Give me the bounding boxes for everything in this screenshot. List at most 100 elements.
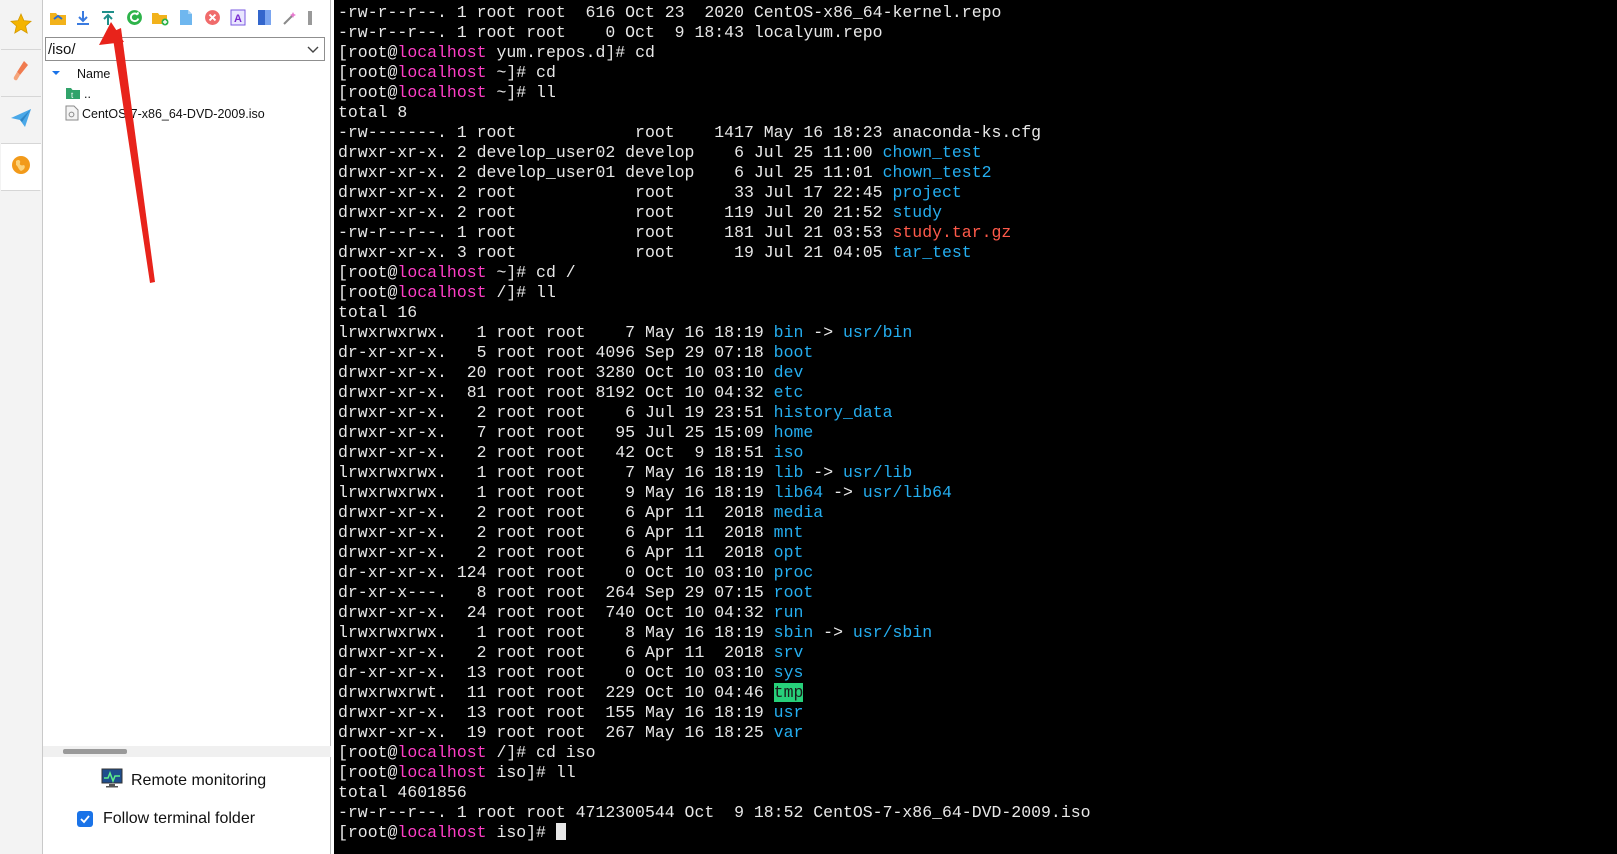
file-icon [65,105,79,124]
terminal-text: -> [813,623,853,642]
terminal-line: [root@localhost iso]# ll [338,763,1091,783]
terminal-link-text: sbin [773,623,814,642]
collapse-arrow-icon[interactable] [51,67,67,81]
terminal-line: [root@localhost /]# ll [338,283,1091,303]
terminal-text: dr-xr-xr-x. 5 root root 4096 Sep 29 07:1… [338,343,774,362]
terminal-line: drwxr-xr-x. 2 root root 33 Jul 17 22:45 … [338,183,1091,203]
terminal[interactable]: -rw-r--r--. 1 root root 616 Oct 23 2020 … [334,0,1617,854]
terminal-line: drwxr-xr-x. 7 root root 95 Jul 25 15:09 … [338,423,1091,443]
terminal-line: -rw-r--r--. 1 root root 616 Oct 23 2020 … [338,3,1091,23]
terminal-text: -rw-r--r--. 1 root root 4712300544 Oct 9… [338,803,1091,822]
paper-plane-icon [9,106,33,135]
terminal-text: [root@ [338,823,398,842]
terminal-text: yum.repos.d]# cd [486,43,655,62]
terminal-dir-text: usr/bin [843,323,913,342]
settings-tool-button[interactable] [279,9,301,31]
terminal-host-text: localhost [397,763,487,782]
terminal-line: drwxr-xr-x. 24 root root 740 Oct 10 04:3… [338,603,1091,623]
delete-icon [204,9,221,31]
toolbar-overflow[interactable] [305,9,315,31]
terminal-text: lrwxrwxrwx. 1 root root 7 May 16 18:19 [338,323,774,342]
properties-button[interactable] [253,9,275,31]
terminal-line: drwxr-xr-x. 2 develop_user01 develop 6 J… [338,163,1091,183]
terminal-line: [root@localhost ~]# ll [338,83,1091,103]
new-file-button[interactable] [175,9,197,31]
remote-monitoring-button[interactable]: Remote monitoring [101,768,266,793]
list-item-parent[interactable]: t .. [65,84,91,104]
terminal-dir-text: root [773,583,814,602]
terminal-dir-text: home [773,423,814,442]
follow-terminal-folder-checkbox[interactable]: Follow terminal folder [77,810,255,828]
terminal-dir-text: proc [773,563,814,582]
terminal-text: dr-xr-xr-x. 13 root root 0 Oct 10 03:10 [338,663,774,682]
terminal-dir-text: study [892,203,943,222]
document-icon [257,9,272,31]
terminal-text: -rw-r--r--. 1 root root 0 Oct 9 18:43 lo… [338,23,883,42]
new-file-icon [179,9,193,31]
terminal-text: iso]# [486,823,556,842]
refresh-button[interactable] [123,9,145,31]
checkbox-checked-icon[interactable] [77,811,93,827]
terminal-text: drwxr-xr-x. 2 root root 42 Oct 9 18:51 [338,443,774,462]
terminal-text: ~]# cd / [486,263,576,282]
rail-send[interactable] [1,97,41,144]
terminal-dir-text: usr [773,703,804,722]
monitor-icon [101,768,123,793]
terminal-text: drwxr-xr-x. 2 root root 6 Apr 11 2018 [338,543,774,562]
terminal-line: -rw-r--r--. 1 root root 4712300544 Oct 9… [338,803,1091,823]
terminal-dir-text: mnt [773,523,804,542]
sftp-toolbar: A [43,6,331,34]
terminal-dir-text: srv [773,643,804,662]
terminal-line: dr-xr-xr-x. 124 root root 0 Oct 10 03:10… [338,563,1091,583]
open-folder-button[interactable] [47,9,69,31]
terminal-text: -> [803,463,843,482]
upload-icon [100,10,116,31]
terminal-dir-text: opt [773,543,804,562]
terminal-link-text: lib [773,463,804,482]
terminal-line: drwxr-xr-x. 2 root root 119 Jul 20 21:52… [338,203,1091,223]
terminal-dir-text: usr/lib [843,463,913,482]
upload-button[interactable] [97,9,119,31]
terminal-text: drwxr-xr-x. 2 root root 6 Apr 11 2018 [338,643,774,662]
terminal-line: [root@localhost ~]# cd [338,63,1091,83]
terminal-line: lrwxrwxrwx. 1 root root 7 May 16 18:19 l… [338,463,1091,483]
rail-favorites[interactable] [1,3,41,50]
terminal-text: drwxr-xr-x. 20 root root 3280 Oct 10 03:… [338,363,774,382]
terminal-line: drwxr-xr-x. 2 root root 42 Oct 9 18:51 i… [338,443,1091,463]
rename-button[interactable]: A [227,9,249,31]
list-item-label: .. [84,87,91,101]
chevron-down-icon[interactable] [305,41,321,57]
terminal-line: drwxr-xr-x. 2 develop_user02 develop 6 J… [338,143,1091,163]
terminal-line: drwxr-xr-x. 20 root root 3280 Oct 10 03:… [338,363,1091,383]
new-folder-icon [151,10,169,31]
terminal-host-text: localhost [397,63,487,82]
rail-tools[interactable] [1,50,41,97]
path-selector[interactable] [45,37,325,61]
terminal-line: dr-xr-x---. 8 root root 264 Sep 29 07:15… [338,583,1091,603]
list-item-file[interactable]: CentOS-7-x86_64-DVD-2009.iso [65,104,265,124]
sftp-panel: A Name t .. CentOS-7-x86_64-DVD-2009.iso [43,0,331,854]
terminal-cursor [555,823,566,840]
rename-icon: A [230,9,246,31]
refresh-icon [126,9,143,31]
terminal-dir-text: etc [773,383,804,402]
terminal-text: [root@ [338,43,398,62]
path-input[interactable] [48,39,296,59]
terminal-dir-text: var [773,723,804,742]
remote-monitoring-label: Remote monitoring [131,771,267,789]
terminal-link-text: lib64 [773,483,824,502]
terminal-line: drwxrwxrwt. 11 root root 229 Oct 10 04:4… [338,683,1091,703]
terminal-text: drwxr-xr-x. 2 root root 6 Jul 19 23:51 [338,403,774,422]
scrollbar-thumb[interactable] [63,749,127,754]
terminal-line: drwxr-xr-x. 2 root root 6 Apr 11 2018 mn… [338,523,1091,543]
rail-sftp[interactable] [1,144,41,191]
download-button[interactable] [72,9,94,31]
terminal-line: lrwxrwxrwx. 1 root root 9 May 16 18:19 l… [338,483,1091,503]
new-folder-button[interactable] [149,9,171,31]
delete-button[interactable] [201,9,223,31]
terminal-text: [root@ [338,283,398,302]
terminal-line: -rw-r--r--. 1 root root 181 Jul 21 03:53… [338,223,1091,243]
terminal-line: [root@localhost iso]# [338,823,1091,843]
name-column-header[interactable]: Name [51,64,110,84]
terminal-line: drwxr-xr-x. 2 root root 6 Jul 19 23:51 h… [338,403,1091,423]
